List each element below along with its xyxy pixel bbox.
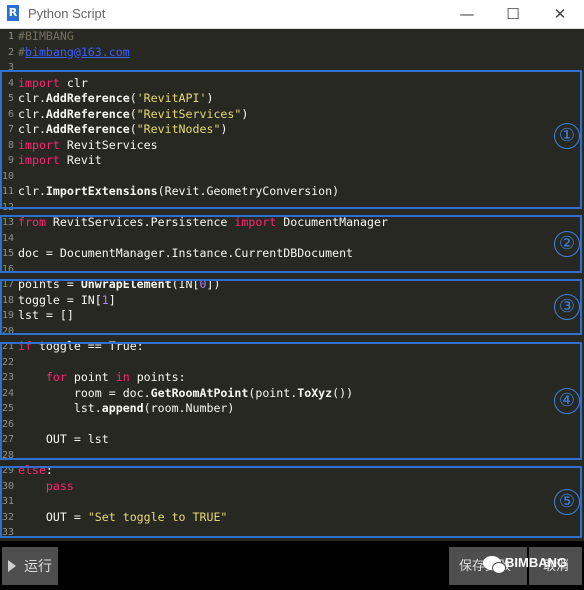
revit-app-icon: R [7, 5, 19, 21]
code-editor[interactable]: 33 32 OUT = "Set toggle to TRUE" 31 30 pass… [0, 29, 584, 541]
bottom-toolbar: 运行 保存更改 取消 BIMBANG [0, 541, 584, 590]
annotation-badge-3: ③ [554, 294, 580, 320]
annotation-box-4 [0, 342, 582, 460]
line-number: 1 [7, 31, 14, 42]
annotation-box-1 [0, 70, 582, 209]
annotation-box-3 [0, 279, 582, 335]
wechat-icon [483, 556, 506, 574]
annotation-badge-4: ④ [554, 388, 580, 414]
annotation-box-5 [0, 466, 582, 538]
play-icon [8, 560, 16, 572]
minimize-button[interactable]: — [444, 0, 490, 28]
window-title: Python Script [28, 6, 106, 21]
title-bar: R Python Script — ☐ ✕ [0, 0, 584, 29]
maximize-button[interactable]: ☐ [490, 0, 536, 28]
annotation-badge-5: ⑤ [554, 489, 580, 515]
watermark-text: BIMBANG [505, 555, 568, 570]
code-token: # [18, 44, 25, 59]
code-text: #BIMBANG [18, 29, 74, 44]
code-token: #BIMBANG [18, 29, 74, 43]
close-button[interactable]: ✕ [537, 0, 583, 28]
code-token: bimbang@163.com [24, 44, 130, 59]
annotation-badge-2: ② [554, 231, 580, 257]
code-text: #bimbang@163.com [18, 45, 130, 60]
code-line[interactable]: 1 #BIMBANG [0, 29, 584, 44]
code-line[interactable]: 2 #bimbang@163.com [0, 45, 584, 60]
run-button-label: 运行 [24, 558, 52, 574]
line-number: 2 [7, 46, 14, 58]
annotation-box-2 [0, 215, 582, 273]
run-button[interactable]: 运行 [2, 547, 58, 585]
annotation-badge-1: ① [554, 123, 580, 149]
